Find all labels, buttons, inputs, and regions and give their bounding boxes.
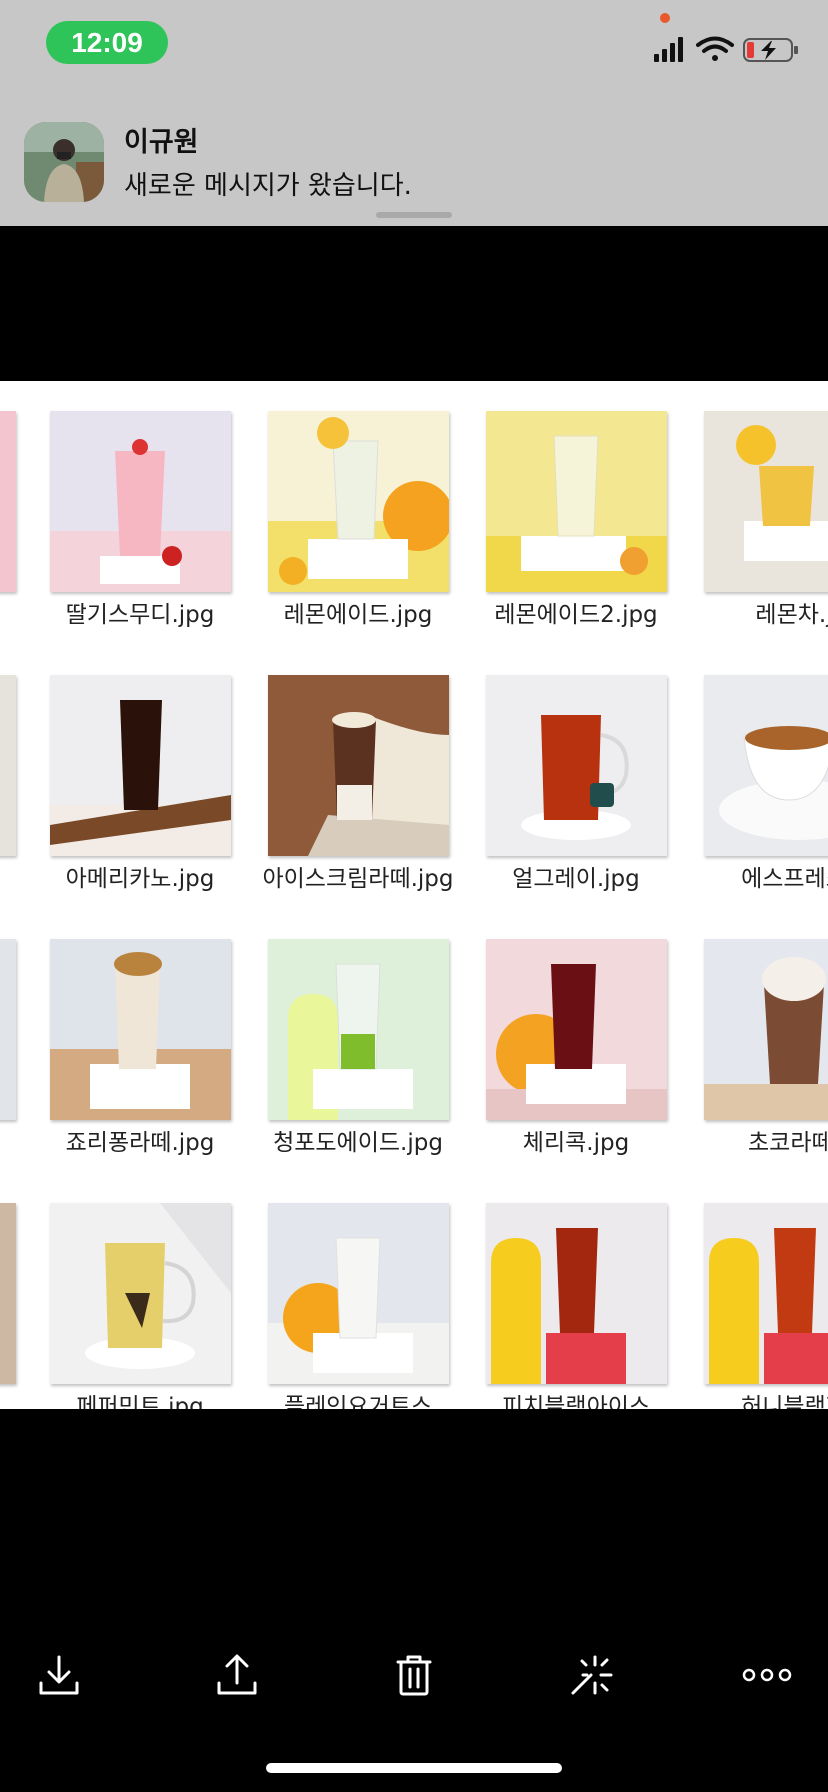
download-icon (39, 1655, 79, 1695)
thumbnail (486, 939, 667, 1120)
notification-sender: 이규원 (124, 127, 199, 158)
file-name: 딸기스무디.jpg (65, 602, 215, 628)
bottom-toolbar (0, 1640, 828, 1710)
avatar (24, 122, 104, 202)
file-name: 초코라떼. (748, 1130, 828, 1156)
wifi-icon (696, 36, 734, 61)
thumbnail (268, 675, 449, 856)
notification-grabber[interactable] (376, 212, 452, 218)
file-name: 아메리카노.jpg (65, 866, 215, 892)
file-name: 레몬차.j (755, 602, 828, 628)
file-name: 레몬에이드2.jpg (494, 602, 658, 628)
edit-effects-button[interactable] (561, 1640, 621, 1710)
file-name: 에스프레소 (741, 866, 828, 892)
thumbnail (486, 675, 667, 856)
share-icon (217, 1654, 257, 1695)
thumbnail (0, 675, 16, 856)
thumbnail (486, 1203, 667, 1384)
thumbnail (0, 939, 16, 1120)
signal-icon (654, 37, 683, 62)
file-name: 체리콕.jpg (522, 1130, 630, 1156)
file-name: 허니블랙자 (741, 1394, 828, 1409)
thumbnail (704, 411, 828, 592)
battery-charging-icon (743, 38, 798, 62)
thumbnail (268, 939, 449, 1120)
thumbnail (486, 411, 667, 592)
file-name: 레몬에이드.jpg (283, 602, 433, 628)
file-name: 청포도에이드.jpg (273, 1130, 443, 1156)
file-name: 죠리퐁라떼.jpg (65, 1130, 215, 1156)
file-name: 아이스크림라떼.jpg (262, 866, 454, 892)
thumbnail (50, 411, 231, 592)
more-icon (742, 1668, 792, 1682)
home-indicator[interactable] (266, 1763, 562, 1773)
thumbnail (268, 1203, 449, 1384)
status-time: 12:09 (46, 21, 168, 64)
thumbnail (50, 1203, 231, 1384)
thumbnail (704, 939, 828, 1120)
thumbnail (0, 1203, 16, 1384)
privacy-indicator-dot (660, 13, 670, 23)
thumbnail (704, 675, 828, 856)
notification-banner[interactable]: 12:09 이규원 새로운 메시지가 왔습니다. (0, 0, 828, 226)
download-button[interactable] (29, 1640, 89, 1710)
file-name: 피치블랙아이스 (501, 1394, 651, 1409)
thumbnail (268, 411, 449, 592)
thumbnail (704, 1203, 828, 1384)
notification-message: 새로운 메시지가 왔습니다. (124, 171, 412, 201)
status-icons (654, 36, 798, 62)
more-button[interactable] (737, 1640, 797, 1710)
file-name: 얼그레이.jpg (512, 866, 640, 892)
thumbnail (0, 411, 16, 592)
thumbnail (50, 675, 231, 856)
image-viewer[interactable]: g 딸기스무디.jpg 레몬에 (0, 381, 828, 1409)
thumbnail (50, 939, 231, 1120)
trash-icon (396, 1655, 432, 1696)
sparkle-icon (571, 1655, 613, 1695)
file-name: 페퍼민트.jpg (76, 1394, 204, 1409)
delete-button[interactable] (384, 1640, 444, 1710)
share-button[interactable] (207, 1640, 267, 1710)
file-name: 플레인요거트스 (283, 1394, 433, 1409)
